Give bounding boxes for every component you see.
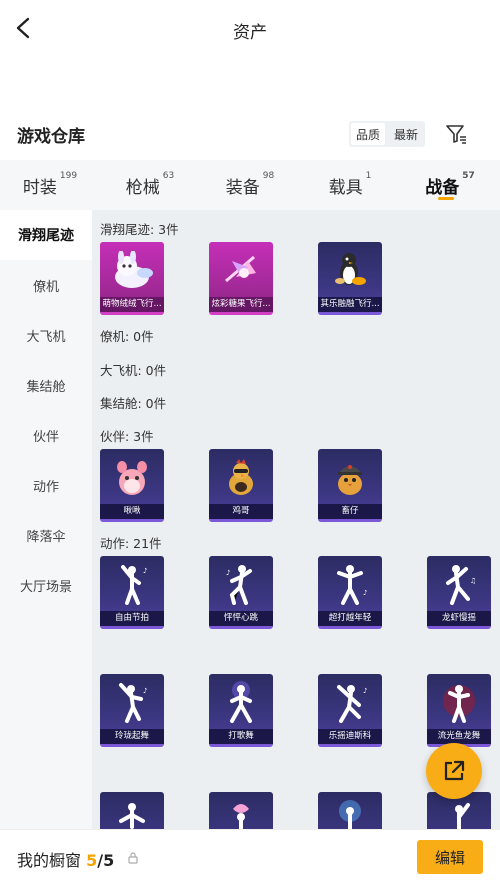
group-label-wingman: 僚机: 0件 [100, 329, 154, 344]
item-name: 萌物绒绒飞行... [100, 297, 164, 312]
item-card[interactable]: 啾啾 [100, 449, 164, 522]
item-card[interactable]: 炫彩糖果飞行... [209, 242, 273, 315]
share-icon [444, 760, 465, 781]
sidebar-item-big-plane[interactable]: 大飞机 [0, 310, 92, 360]
item-name: 怦怦心跳 [209, 611, 273, 626]
svg-text:♪: ♪ [143, 687, 147, 695]
item-card[interactable] [209, 792, 273, 830]
bottom-bar: 我的橱窗 5/5 编辑 [0, 829, 500, 885]
edit-button[interactable]: 编辑 [417, 840, 483, 874]
item-image [433, 680, 485, 726]
svg-text:♪: ♪ [226, 569, 230, 577]
item-card[interactable]: ♫ 龙虾慢摇 [427, 556, 491, 629]
item-name: 超打越年轻 [318, 611, 382, 626]
svg-text:♪: ♪ [363, 687, 367, 695]
item-name: 畜仔 [318, 504, 382, 519]
svg-text:♪: ♪ [363, 589, 367, 597]
item-image [324, 798, 376, 830]
item-image: ♪ [106, 562, 158, 608]
item-card[interactable]: ♪ 超打越年轻 [318, 556, 382, 629]
top-bar: 资产 [0, 0, 500, 60]
group-label-plane: 大飞机: 0件 [100, 363, 167, 378]
item-name: 自由节拍 [100, 611, 164, 626]
showcase-label: 我的橱窗 5/5 [17, 851, 115, 870]
item-name: 其乐融融飞行... [318, 297, 382, 312]
sidebar-item-partner[interactable]: 伙伴 [0, 410, 92, 460]
item-name: 流光鱼龙舞 [427, 729, 491, 744]
item-card[interactable]: 鸡哥 [209, 449, 273, 522]
item-name: 啾啾 [100, 504, 164, 519]
share-button[interactable] [426, 743, 482, 799]
sidebar-item-lobby-scene[interactable]: 大厅场景 [0, 560, 92, 610]
sort-by-quality[interactable]: 品质 [351, 123, 385, 145]
group-label-glide: 滑翔尾迹: 3件 [100, 222, 179, 237]
sidebar-item-glide-trail[interactable]: 滑翔尾迹 [0, 210, 92, 260]
tab-equipment[interactable]: 装备 98 [200, 160, 300, 210]
item-image: ♪ [324, 680, 376, 726]
tab-fashion[interactable]: 时装 199 [0, 160, 100, 210]
item-card[interactable]: 畜仔 [318, 449, 382, 522]
item-card[interactable]: 流光鱼龙舞 [427, 674, 491, 747]
item-image: ♪ [106, 680, 158, 726]
item-card[interactable]: ♪ 自由节拍 [100, 556, 164, 629]
item-card[interactable]: ♪ 玲珑起舞 [100, 674, 164, 747]
sidebar-item-wingman[interactable]: 僚机 [0, 260, 92, 310]
group-label-partner: 伙伴: 3件 [100, 429, 154, 444]
svg-text:♪: ♪ [143, 567, 147, 575]
item-name: 炫彩糖果飞行... [209, 297, 273, 312]
sidebar: 滑翔尾迹 僚机 大飞机 集结舱 伙伴 动作 降落伞 大厅场景 [0, 210, 92, 830]
sidebar-item-emote[interactable]: 动作 [0, 460, 92, 510]
item-name: 乐摇迪斯科 [318, 729, 382, 744]
item-grid: 滑翔尾迹: 3件 萌物绒绒飞行... 炫彩糖果飞行... 其乐融融飞行... 僚… [92, 210, 500, 830]
sort-by-newest[interactable]: 最新 [389, 123, 423, 145]
item-name: 玲珑起舞 [100, 729, 164, 744]
item-image [215, 798, 267, 830]
item-image: ♪ [324, 562, 376, 608]
group-label-pod: 集结舱: 0件 [100, 396, 167, 411]
filter-icon[interactable] [444, 122, 468, 146]
item-name: 打歌舞 [209, 729, 273, 744]
showcase-count: 5 [86, 851, 98, 870]
category-tabs: 时装 199 枪械 63 装备 98 载具 1 战备 57 [0, 160, 500, 210]
item-image [215, 455, 267, 501]
item-card[interactable] [100, 792, 164, 830]
tab-guns[interactable]: 枪械 63 [100, 160, 200, 210]
section-header: 游戏仓库 品质 最新 [0, 112, 500, 158]
svg-text:♫: ♫ [470, 577, 476, 585]
item-card[interactable] [318, 792, 382, 830]
item-card[interactable]: ♪ 乐摇迪斯科 [318, 674, 382, 747]
sort-toggle: 品质 最新 [349, 121, 425, 147]
sidebar-item-assembly-pod[interactable]: 集结舱 [0, 360, 92, 410]
group-label-emote: 动作: 21件 [100, 536, 162, 551]
page-title: 资产 [233, 23, 267, 43]
item-card[interactable]: 其乐融融飞行... [318, 242, 382, 315]
item-name: 鸡哥 [209, 504, 273, 519]
item-image [106, 455, 158, 501]
sidebar-item-parachute[interactable]: 降落伞 [0, 510, 92, 560]
tab-battle-gear[interactable]: 战备 57 [400, 160, 500, 210]
showcase-total: /5 [97, 851, 115, 870]
item-image [433, 798, 485, 830]
item-image [215, 248, 267, 294]
item-image: ♫ [433, 562, 485, 608]
section-title: 游戏仓库 [17, 127, 85, 147]
item-image [106, 248, 158, 294]
lock-icon [128, 852, 138, 864]
tab-vehicles[interactable]: 载具 1 [300, 160, 400, 210]
item-card[interactable]: 萌物绒绒飞行... [100, 242, 164, 315]
item-card[interactable]: ♪ 怦怦心跳 [209, 556, 273, 629]
item-image [215, 680, 267, 726]
item-name: 龙虾慢摇 [427, 611, 491, 626]
item-image [106, 798, 158, 830]
item-image [324, 455, 376, 501]
item-card[interactable]: 打歌舞 [209, 674, 273, 747]
item-image: ♪ [215, 562, 267, 608]
item-image [324, 248, 376, 294]
